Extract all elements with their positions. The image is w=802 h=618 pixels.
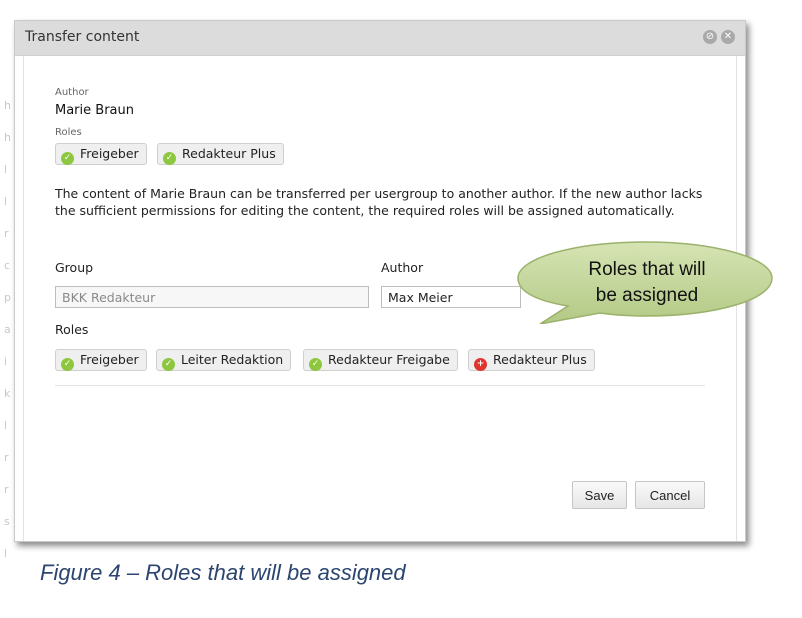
check-icon: ✓ xyxy=(163,152,176,165)
dialog-title: Transfer content xyxy=(25,29,140,45)
role-tag: ✓ Freigeber xyxy=(55,349,147,371)
check-icon: ✓ xyxy=(309,358,322,371)
role-tag-to-assign: + Redakteur Plus xyxy=(468,349,595,371)
role-label: Freigeber xyxy=(80,352,139,367)
current-roles-label: Roles xyxy=(55,127,82,138)
check-icon: ✓ xyxy=(61,358,74,371)
group-label: Group xyxy=(55,260,94,275)
save-button[interactable]: Save xyxy=(572,481,627,509)
cancel-button[interactable]: Cancel xyxy=(635,481,705,509)
role-label: Redakteur Plus xyxy=(182,146,276,161)
minimize-icon[interactable]: ⊘ xyxy=(703,30,717,44)
callout-text: Roles that will be assigned xyxy=(540,257,754,309)
author-field[interactable]: Max Meier xyxy=(381,286,521,308)
roles-label: Roles xyxy=(55,322,89,337)
check-icon: ✓ xyxy=(162,358,175,371)
current-role-tag: ✓ Redakteur Plus xyxy=(157,143,284,165)
close-icon[interactable]: ✕ xyxy=(721,30,735,44)
check-icon: ✓ xyxy=(61,152,74,165)
dialog-titlebar: Transfer content ⊘ ✕ xyxy=(15,21,745,56)
role-label: Redakteur Plus xyxy=(493,352,587,367)
role-label: Redakteur Freigabe xyxy=(328,352,450,367)
current-role-tag: ✓ Freigeber xyxy=(55,143,147,165)
plus-icon: + xyxy=(474,358,487,371)
divider xyxy=(55,385,705,386)
figure-caption: Figure 4 – Roles that will be assigned xyxy=(40,560,406,585)
role-tag: ✓ Redakteur Freigabe xyxy=(303,349,458,371)
group-field[interactable]: BKK Redakteur xyxy=(55,286,369,308)
current-author-label: Author xyxy=(55,87,89,98)
new-author-label: Author xyxy=(381,260,424,275)
role-label: Freigeber xyxy=(80,146,139,161)
role-tag: ✓ Leiter Redaktion xyxy=(156,349,292,371)
transfer-description: The content of Marie Braun can be transf… xyxy=(55,186,703,218)
callout-line-2: be assigned xyxy=(595,285,699,306)
current-author-name: Marie Braun xyxy=(55,103,134,118)
role-label: Leiter Redaktion xyxy=(181,352,284,367)
callout-line-1: Roles that will xyxy=(588,259,706,280)
